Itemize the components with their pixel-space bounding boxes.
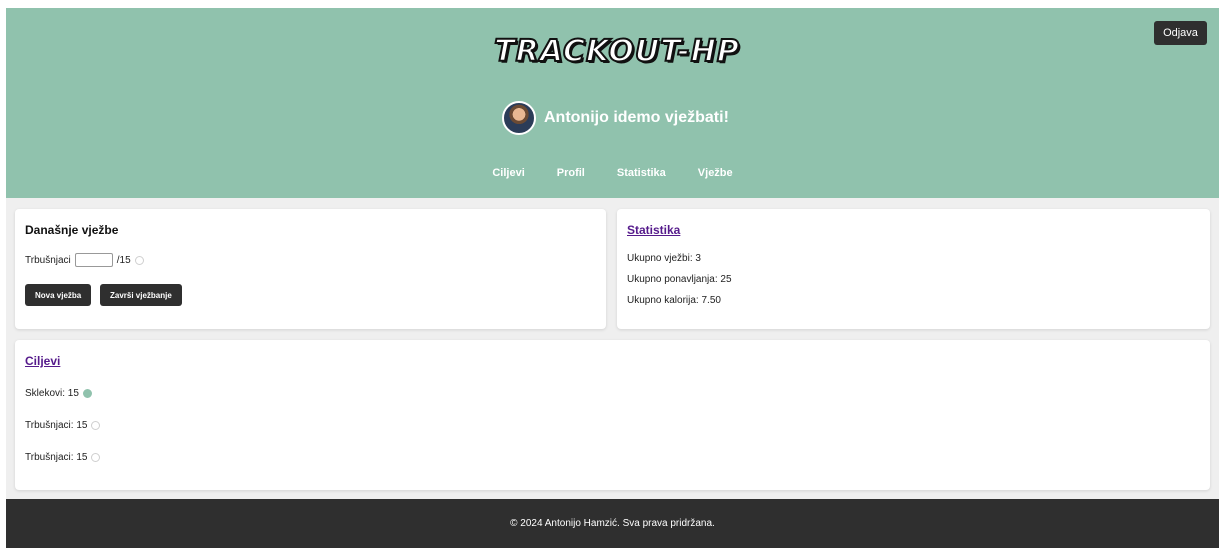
new-exercise-button[interactable]: Nova vježba <box>25 284 92 306</box>
app-frame: TRACKOUT-HP Odjava Antonijo idemo vježba… <box>6 8 1219 548</box>
logo-text: TRACKOUT-HP <box>493 33 740 70</box>
stat-total-reps: Ukupno ponavljanja: 25 <box>627 274 732 285</box>
nav-ciljevi[interactable]: Ciljevi <box>476 167 540 179</box>
reps-input[interactable] <box>74 253 113 267</box>
goals-card: Ciljevi Sklekovi: 15 Trbušnjaci: 15 Trbu… <box>15 340 1210 490</box>
goal-done-icon <box>82 389 92 398</box>
main-nav: Ciljevi Profil Statistika Vježbe <box>6 167 1219 179</box>
statistics-card: Statistika Ukupno vježbi: 3 Ukupno ponav… <box>617 209 1210 329</box>
avatar <box>502 101 536 135</box>
logout-button[interactable]: Odjava <box>1154 21 1207 45</box>
todays-exercises-title: Današnje vježbe <box>25 223 119 237</box>
exercise-target: /15 <box>116 254 131 266</box>
statistics-link[interactable]: Statistika <box>627 223 680 237</box>
goal-pending-icon <box>91 453 101 462</box>
welcome-text: Antonijo idemo vježbati! <box>544 109 729 126</box>
goals-link[interactable]: Ciljevi <box>25 354 60 368</box>
footer: © 2024 Antonijo Hamzić. Sva prava pridrž… <box>6 499 1219 548</box>
goal-label: Trbušnjaci: 15 <box>25 420 88 431</box>
goal-item: Trbušnjaci: 15 <box>25 420 101 431</box>
footer-text: © 2024 Antonijo Hamzić. Sva prava pridrž… <box>510 518 715 529</box>
nav-vjezbe[interactable]: Vježbe <box>682 167 749 179</box>
goal-label: Sklekovi: 15 <box>25 388 79 399</box>
exercise-name: Trbušnjaci <box>25 254 71 266</box>
logo: TRACKOUT-HP <box>482 33 752 70</box>
goal-pending-icon <box>91 421 101 430</box>
stat-total-calories: Ukupno kalorija: 7.50 <box>627 295 721 306</box>
stat-total-exercises: Ukupno vježbi: 3 <box>627 253 701 264</box>
goal-label: Trbušnjaci: 15 <box>25 452 88 463</box>
goal-item: Sklekovi: 15 <box>25 388 92 399</box>
finish-workout-button[interactable]: Završi vježbanje <box>100 284 182 306</box>
goal-item: Trbušnjaci: 15 <box>25 452 101 463</box>
nav-profil[interactable]: Profil <box>541 167 601 179</box>
todays-exercises-card: Današnje vježbe Trbušnjaci /15 Nova vjež… <box>15 209 606 329</box>
status-circle-icon <box>134 255 144 265</box>
nav-statistika[interactable]: Statistika <box>601 167 682 179</box>
exercise-row: Trbušnjaci /15 <box>25 253 144 267</box>
header: TRACKOUT-HP Odjava Antonijo idemo vježba… <box>6 8 1219 198</box>
welcome-banner: Antonijo idemo vježbati! <box>502 100 729 136</box>
